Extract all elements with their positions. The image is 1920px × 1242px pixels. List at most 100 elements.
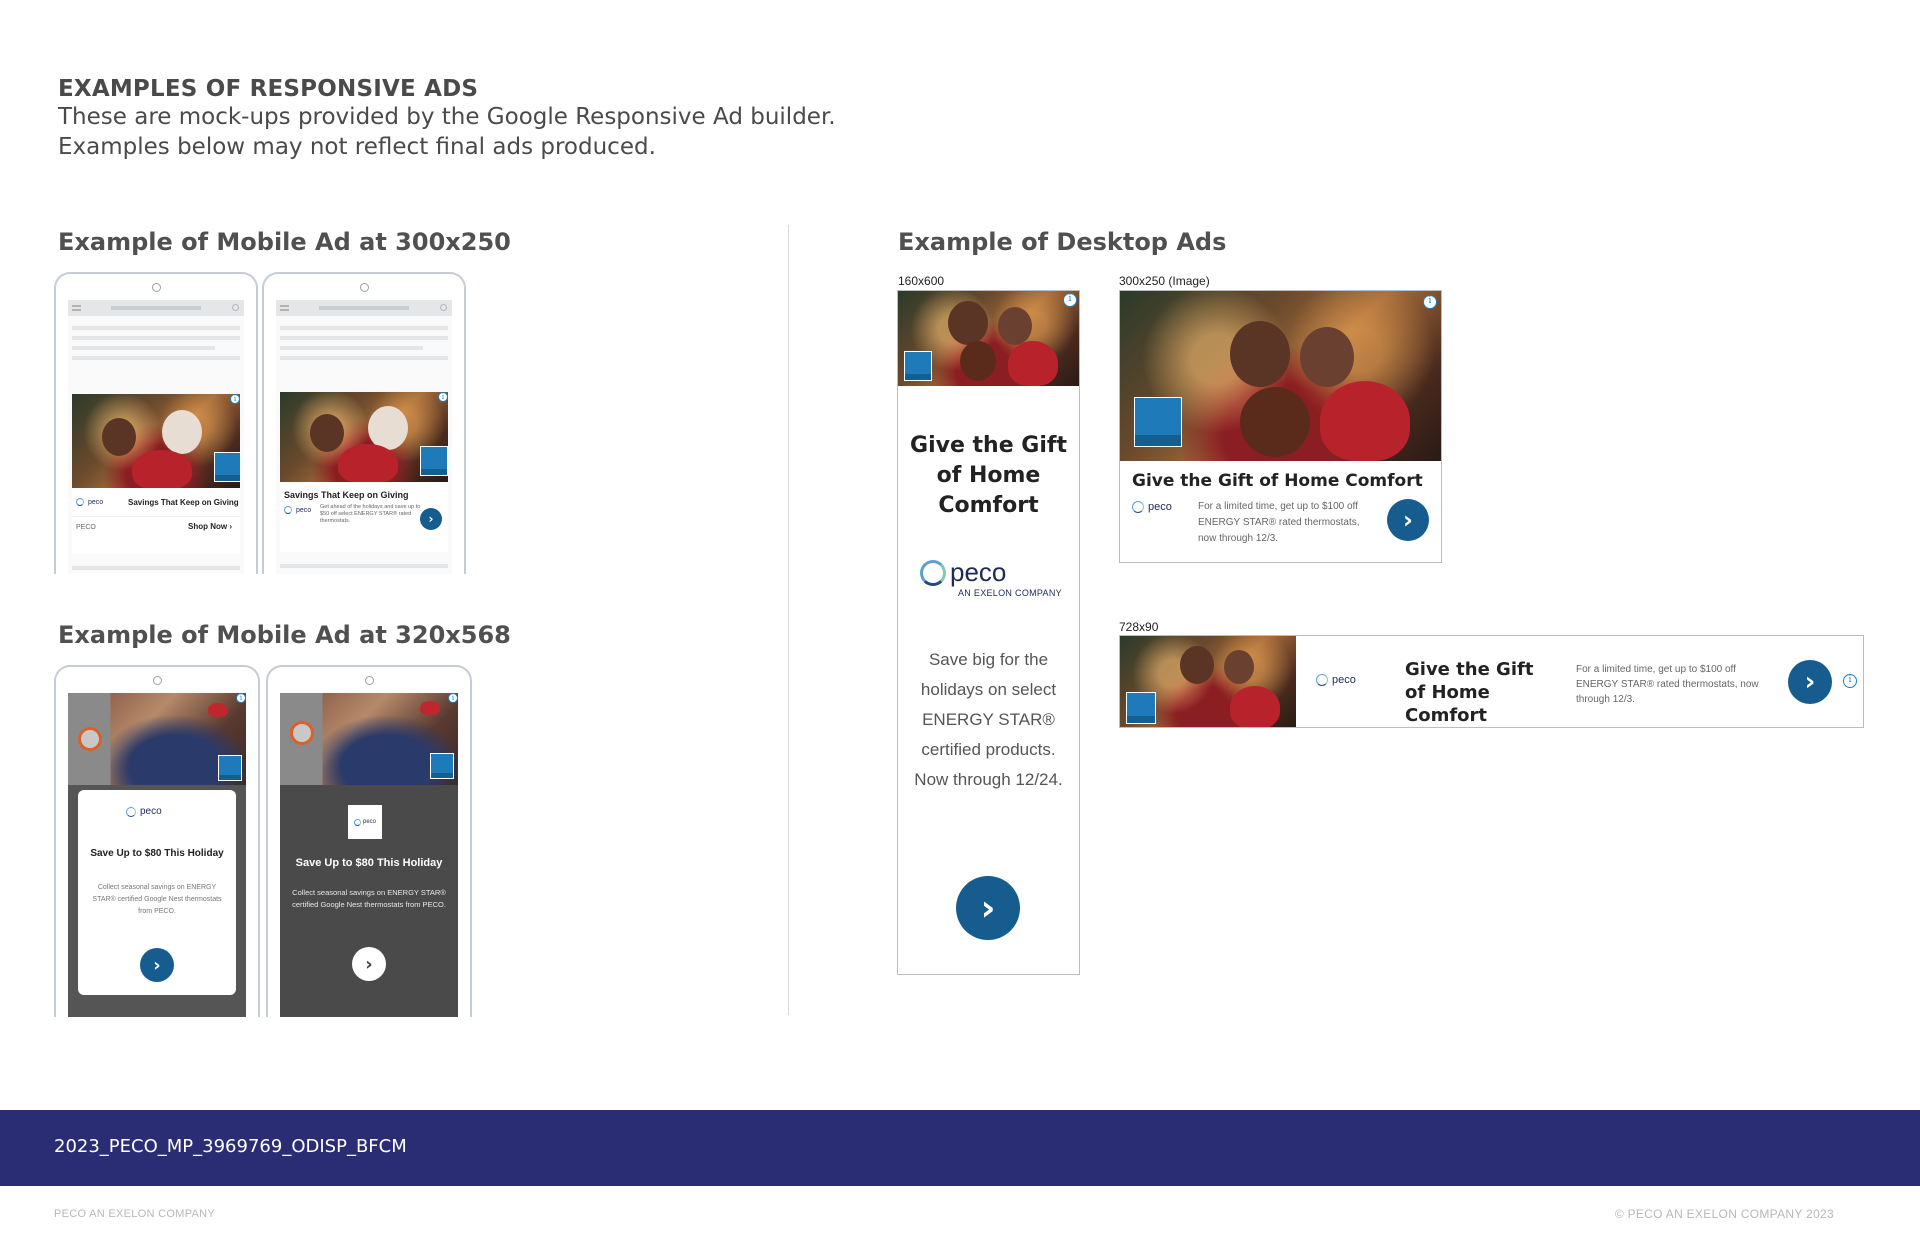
info-icon[interactable]: i: [1843, 674, 1857, 688]
ad-body: Get ahead of the holidays and save up to…: [320, 504, 421, 524]
shop-now-label: Shop Now: [187, 522, 228, 531]
ad-headline: Give the Gift of Home Comfort: [910, 433, 1067, 518]
ad-body: For a limited time, get up to $100 off E…: [1576, 664, 1759, 705]
ad-unit-300-b[interactable]: i Savings That Keep on Giving peco Get a…: [280, 392, 448, 552]
ad-headline: Savings That Keep on Giving: [284, 490, 409, 500]
column-divider: [788, 225, 789, 1015]
energy-star-logo: [214, 452, 240, 482]
energy-star-logo: [1134, 397, 1182, 447]
phone-mockup-320-a: i peco Save Up to $80 This Holiday Colle…: [54, 665, 260, 1017]
energy-star-logo: [430, 753, 454, 779]
search-icon: [440, 304, 447, 311]
info-icon[interactable]: i: [1063, 293, 1077, 307]
info-icon[interactable]: i: [1423, 295, 1437, 309]
info-icon[interactable]: i: [438, 392, 448, 402]
hamburger-icon: [72, 305, 81, 311]
ad-photo: [898, 291, 1079, 386]
peco-tagline: AN EXELON COMPANY: [958, 588, 1062, 598]
phone-screen: i peco Save Up to $80 This Holiday Colle…: [68, 693, 246, 1017]
ad-headline: Give the Gift of Home Comfort: [1132, 471, 1423, 491]
thermostat-image: [78, 727, 102, 751]
url-bar: [319, 306, 409, 310]
chevron-right-icon: ›: [1804, 667, 1816, 697]
energy-star-logo: [904, 351, 932, 381]
phone-screen: i peco Save Up to $80 This Holiday Colle…: [280, 693, 458, 1017]
search-icon: [232, 304, 239, 311]
ad-unit-300-a[interactable]: i peco Savings That Keep on Giving PECO …: [72, 394, 240, 554]
size-label-728x90: 728x90: [1119, 620, 1159, 634]
chevron-right-icon: ›: [428, 512, 434, 526]
url-bar: [111, 306, 201, 310]
ad-photo: [68, 693, 246, 785]
camera-icon: [152, 283, 161, 292]
chevron-right-icon: ›: [1403, 506, 1413, 534]
browser-bar: [276, 300, 452, 316]
ad-728x90[interactable]: peco Give the Gift of Home Comfort For a…: [1119, 635, 1864, 728]
camera-icon: [153, 676, 162, 685]
ad-160x600[interactable]: i Give the Gift of Home Comfort peco AN …: [897, 290, 1080, 975]
energy-star-logo: [420, 446, 448, 476]
section-title-mobile-320: Example of Mobile Ad at 320x568: [58, 621, 511, 649]
chevron-right-icon: ›: [229, 522, 232, 531]
size-label-300x250: 300x250 (Image): [1119, 274, 1210, 288]
camera-icon: [365, 676, 374, 685]
page-subtitle-line1: These are mock-ups provided by the Googl…: [58, 104, 836, 130]
page-header: EXAMPLES OF RESPONSIVE ADS These are moc…: [58, 76, 836, 162]
info-icon[interactable]: i: [236, 693, 246, 703]
peco-logo: peco: [76, 498, 103, 506]
ad-headline: Save Up to $80 This Holiday: [90, 848, 224, 859]
cta-button[interactable]: ›: [1788, 660, 1832, 704]
ad-brand: PECO: [76, 524, 96, 531]
ad-photo: [1120, 291, 1441, 461]
phone-mockup-300-b: i Savings That Keep on Giving peco Get a…: [262, 272, 466, 574]
ad-body: Collect seasonal savings on ENERGY STAR®…: [92, 884, 222, 915]
phone-screen: i Savings That Keep on Giving peco Get a…: [276, 300, 452, 574]
browser-bar: [68, 300, 244, 316]
ad-photo: [72, 394, 240, 488]
chevron-right-icon: ›: [153, 954, 161, 976]
footer-company: PECO AN EXELON COMPANY: [54, 1208, 216, 1220]
ad-body: Collect seasonal savings on ENERGY STAR®…: [292, 888, 446, 909]
ad-photo: [280, 693, 458, 785]
ad-headline: Give the Gift of Home Comfort: [1405, 659, 1534, 726]
cta-button[interactable]: ›: [352, 947, 386, 981]
size-label-160x600: 160x600: [898, 274, 945, 288]
cta-button[interactable]: ›: [420, 508, 442, 530]
ad-body: Save big for the holidays on select ENER…: [914, 650, 1063, 789]
chevron-right-icon: ›: [980, 887, 996, 929]
info-icon[interactable]: i: [448, 693, 458, 703]
ad-headline: Savings That Keep on Giving: [128, 498, 239, 507]
page-subtitle-line2: Examples below may not reflect final ads…: [58, 134, 656, 160]
ad-photo: [280, 392, 448, 482]
chevron-right-icon: ›: [365, 953, 373, 975]
footer-copyright: © PECO AN EXELON COMPANY 2023: [1614, 1207, 1834, 1221]
section-title-mobile-300: Example of Mobile Ad at 300x250: [58, 228, 511, 256]
ad-300x250[interactable]: i Give the Gift of Home Comfort peco For…: [1119, 290, 1442, 563]
page-title: EXAMPLES OF RESPONSIVE ADS: [58, 76, 479, 102]
ad-card[interactable]: peco Save Up to $80 This Holiday Collect…: [78, 790, 236, 995]
camera-icon: [360, 283, 369, 292]
phone-mockup-300-a: i peco Savings That Keep on Giving PECO …: [54, 272, 258, 574]
thermostat-image: [290, 721, 314, 745]
peco-logo: peco: [348, 805, 382, 839]
phone-mockup-320-b: i peco Save Up to $80 This Holiday Colle…: [266, 665, 472, 1017]
shop-now-button[interactable]: Shop Now ›: [188, 522, 232, 531]
energy-star-logo: [1126, 692, 1156, 724]
peco-logo: peco: [284, 506, 311, 514]
peco-logo: peco: [126, 806, 162, 817]
cta-button[interactable]: ›: [956, 876, 1020, 940]
cta-button[interactable]: ›: [1387, 499, 1429, 541]
footer-bar: 2023_PECO_MP_3969769_ODISP_BFCM: [0, 1110, 1920, 1186]
energy-star-logo: [218, 755, 242, 781]
peco-logo: peco AN EXELON COMPANY: [920, 557, 1062, 598]
job-code: 2023_PECO_MP_3969769_ODISP_BFCM: [54, 1136, 407, 1157]
peco-logo: peco: [1132, 501, 1172, 513]
peco-logo: peco: [1316, 674, 1356, 686]
section-title-desktop: Example of Desktop Ads: [898, 228, 1227, 256]
info-icon[interactable]: i: [230, 394, 240, 404]
cta-button[interactable]: ›: [140, 948, 174, 982]
ad-headline: Save Up to $80 This Holiday: [295, 857, 443, 869]
phone-screen: i peco Savings That Keep on Giving PECO …: [68, 300, 244, 574]
ad-body: For a limited time, get up to $100 off E…: [1198, 501, 1360, 544]
ad-photo: [1120, 636, 1296, 727]
